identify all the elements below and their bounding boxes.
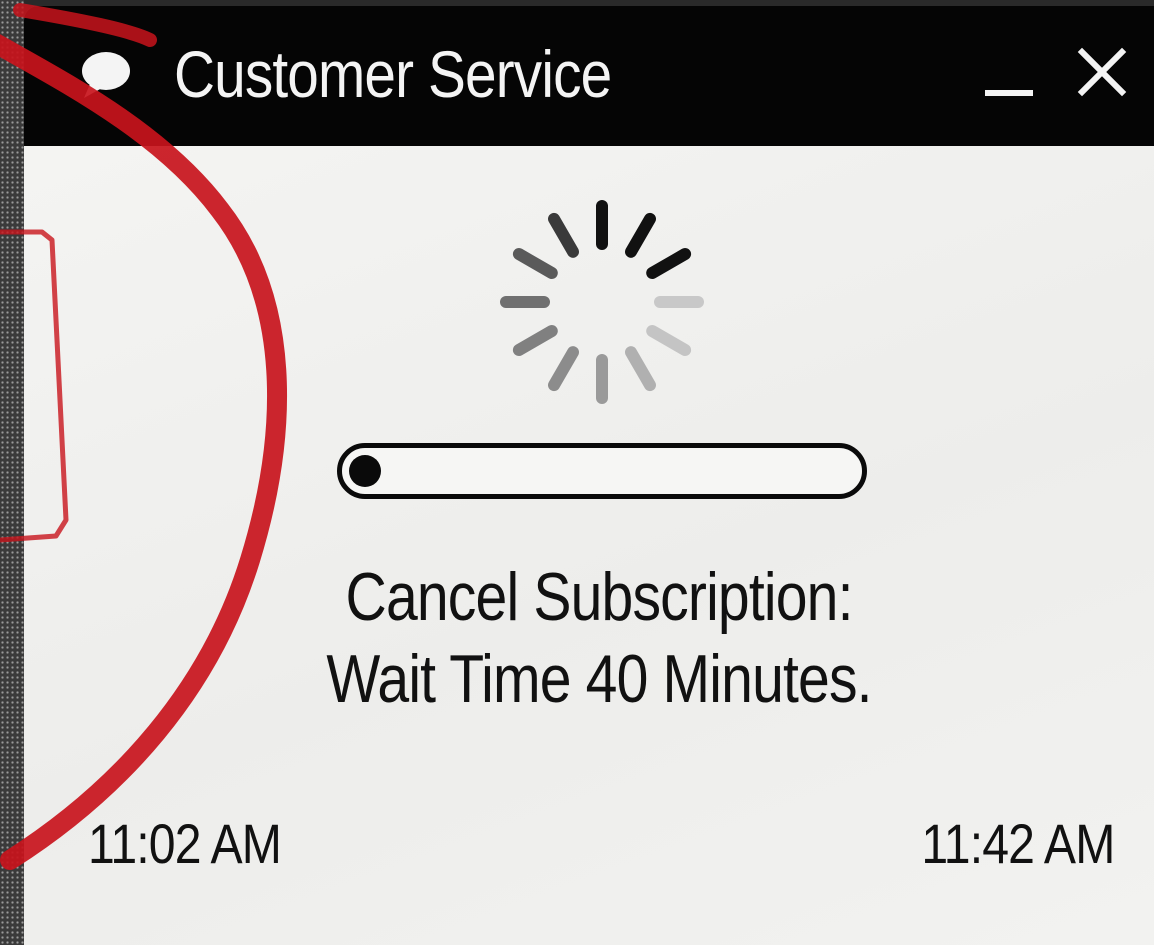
title-bar[interactable]: Customer Service [24,6,1154,146]
progress-indicator [349,455,381,487]
spinner-spoke [625,212,656,258]
window-content: Cancel Subscription: Wait Time 40 Minute… [24,146,1154,945]
window-title: Customer Service [174,37,612,111]
end-time: 11:42 AM [920,812,1115,875]
minimize-button[interactable] [979,42,1039,102]
spinner-spoke [548,346,579,392]
loading-spinner-icon [500,200,704,404]
spinner-spoke [646,248,692,279]
start-time: 11:02 AM [88,812,282,875]
status-message-line-2: Wait Time 40 Minutes. [326,641,872,717]
customer-service-window: Customer Service Cancel Subscription: Wa… [24,6,1154,945]
progress-bar [337,443,867,499]
spinner-spoke [625,346,656,392]
halftone-border [0,0,24,945]
chat-icon [82,52,130,98]
spinner-spoke [646,325,692,356]
spinner-spoke [512,248,558,279]
status-message-line-1: Cancel Subscription: [345,559,854,635]
close-icon [1077,47,1127,97]
spinner-spoke [548,212,579,258]
minimize-icon [985,90,1033,96]
close-button[interactable] [1072,42,1132,102]
status-message: Cancel Subscription: Wait Time 40 Minute… [114,556,1083,720]
screenshot: Customer Service Cancel Subscription: Wa… [0,0,1154,945]
spinner-spoke [512,325,558,356]
